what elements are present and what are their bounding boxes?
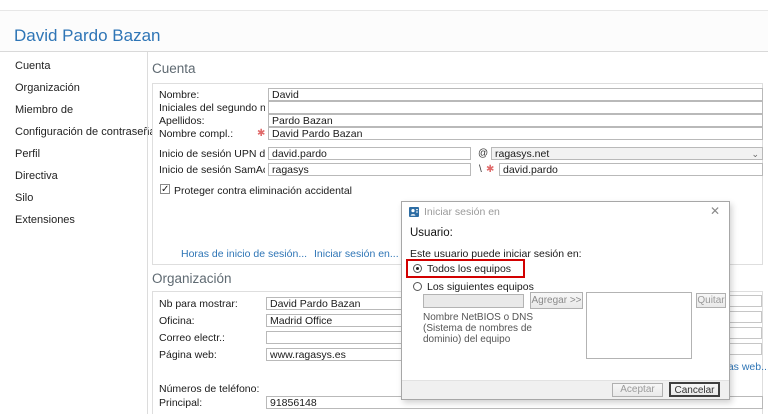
radio-unselected-icon [413,282,422,291]
page-title: David Pardo Bazan [14,26,160,46]
dialog-title: Iniciar sesión en [424,206,500,218]
close-icon[interactable]: ✕ [710,205,720,217]
help-line-3: dominio) del equipo [423,334,538,345]
nombre-compl-input[interactable] [268,127,763,140]
nombre-label: Nombre: [159,89,265,101]
usuario-label: Usuario: [410,227,453,239]
protect-checkbox[interactable]: ✓ [160,184,170,194]
required-asterisk-icon: ✱ [257,128,265,139]
sidebar-item-configuracion[interactable]: Configuración de contraseña [15,126,156,138]
iniciar-sesion-en-link[interactable]: Iniciar sesión en... [314,248,399,260]
equipos-listbox[interactable] [586,292,692,359]
iniciar-sesion-dialog: Iniciar sesión en ✕ Usuario: Este usuari… [401,201,730,400]
aceptar-button[interactable]: Aceptar [612,383,663,397]
sidebar-item-organizacion[interactable]: Organización [15,82,80,94]
window: David Pardo Bazan Cuenta Organización Mi… [0,0,768,414]
telefonos-label: Números de teléfono: [159,383,259,395]
sidebar-item-miembro-de[interactable]: Miembro de [15,104,73,116]
radio-todos-label: Todos los equipos [427,263,511,275]
nombre-compl-label: Nombre compl.: [159,128,265,140]
checkmark-icon: ✓ [161,184,169,195]
upn-domain-combo[interactable]: ragasys.net ⌄ [491,147,763,160]
apellidos-label: Apellidos: [159,115,265,127]
sidebar-item-perfil[interactable]: Perfil [15,148,40,160]
help-line-1: Nombre NetBIOS o DNS [423,312,538,323]
required-asterisk-icon: ✱ [486,164,494,175]
sidebar-divider [147,52,148,414]
user-card-icon [409,207,419,217]
iniciales-label: Iniciales del segundo nom... [159,102,265,114]
nombre-input[interactable] [268,88,763,101]
sam-domain-input[interactable] [499,163,763,176]
quitar-button[interactable]: Quitar [696,293,726,308]
nb-mostrar-label: Nb para mostrar: [159,298,265,310]
horas-inicio-sesion-link[interactable]: Horas de inicio de sesión... [181,248,307,260]
sidebar-item-silo[interactable]: Silo [15,192,33,204]
radio-siguientes-label: Los siguientes equipos [427,281,534,293]
chevron-down-icon: ⌄ [751,148,759,160]
netbios-help-text: Nombre NetBIOS o DNS (Sistema de nombres… [423,312,538,345]
correo-label: Correo electr.: [159,332,265,344]
sidebar-item-extensiones[interactable]: Extensiones [15,214,75,226]
principal-label: Principal: [159,397,265,409]
equipo-name-input[interactable] [423,294,524,308]
help-line-2: (Sistema de nombres de [423,323,538,334]
sidebar-item-directiva[interactable]: Directiva [15,170,58,182]
backslash-sign: \ [479,164,482,175]
sam-label: Inicio de sesión SamAccou... [159,164,265,176]
dialog-subtitle: Este usuario puede iniciar sesión en: [410,248,582,260]
upn-domain-value: ragasys.net [495,148,549,160]
upn-label: Inicio de sesión UPN de us... [159,148,265,160]
upn-input[interactable] [268,147,471,160]
organizacion-section-header: Organización [152,271,232,286]
apellidos-input[interactable] [268,114,763,127]
sidebar-nav: Cuenta Organización Miembro de Configura… [0,52,147,414]
oficina-label: Oficina: [159,315,265,327]
cuenta-section-header: Cuenta [152,61,196,76]
protect-checkbox-label: Proteger contra eliminación accidental [174,185,352,197]
sam-input[interactable] [268,163,471,176]
cancelar-button[interactable]: Cancelar [669,382,720,397]
sidebar-item-cuenta[interactable]: Cuenta [15,60,50,72]
pagina-web-label: Página web: [159,349,265,361]
dialog-footer: Aceptar Cancelar [402,380,729,399]
radio-selected-icon [413,264,422,273]
iniciales-input[interactable] [268,101,763,114]
agregar-button[interactable]: Agregar >> [530,292,583,309]
at-sign: @ [478,148,488,159]
